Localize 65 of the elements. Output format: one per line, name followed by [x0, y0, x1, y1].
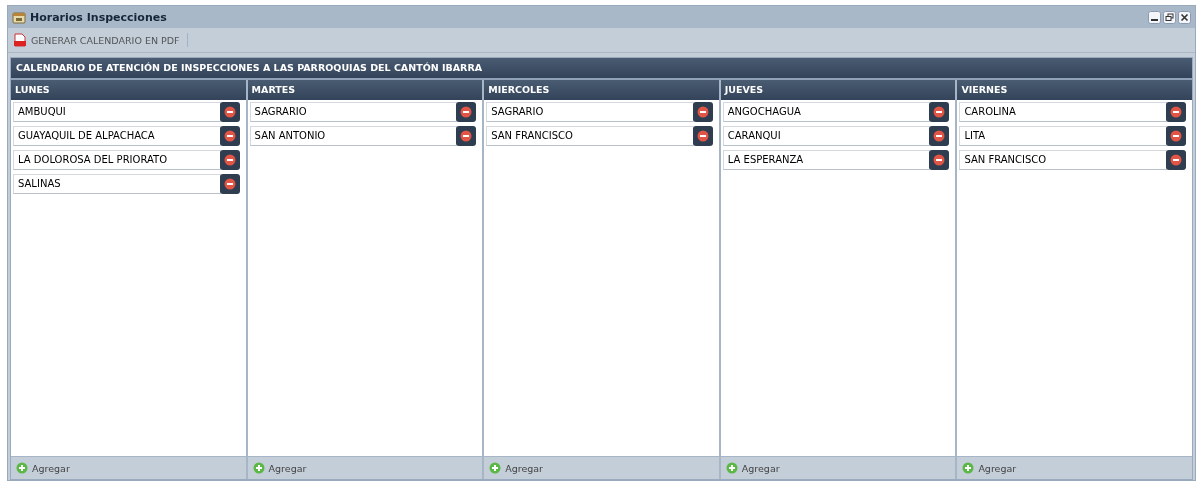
add-button[interactable]: Agregar	[961, 461, 1018, 475]
minus-icon	[223, 106, 236, 118]
column-header: JUEVES	[720, 80, 956, 100]
plus-icon	[962, 462, 975, 474]
minus-icon	[696, 106, 709, 118]
minimize-icon[interactable]	[1148, 10, 1161, 24]
minus-icon	[1169, 130, 1182, 142]
minus-icon	[1169, 106, 1182, 118]
parish-field: ANGOCHAGUA	[722, 102, 931, 122]
minus-icon	[223, 178, 236, 190]
calendar-icon	[12, 10, 26, 24]
minus-icon	[933, 154, 946, 166]
parish-field: SAN FRANCISCO	[486, 126, 694, 146]
remove-button[interactable]	[456, 102, 477, 122]
column-header: MARTES	[247, 80, 483, 100]
plus-icon	[489, 462, 502, 474]
minus-icon	[933, 106, 946, 118]
parish-field: GUAYAQUIL DE ALPACHACA	[13, 126, 221, 146]
minus-icon	[223, 154, 236, 166]
panel-title: CALENDARIO DE ATENCIÓN DE INSPECCIONES A LAS PARROQUIAS DEL CANTÓN IBARRA	[11, 58, 1192, 80]
close-icon[interactable]	[1178, 10, 1191, 24]
parish-field: SAN FRANCISCO	[959, 150, 1167, 170]
parish-field: AMBUQUI	[13, 102, 221, 122]
parish-field: SAN ANTONIO	[249, 126, 458, 146]
parish-field: SAGRARIO	[249, 102, 458, 122]
column-header: VIERNES	[957, 80, 1192, 100]
remove-button[interactable]	[219, 174, 240, 194]
plus-icon	[16, 462, 28, 474]
minus-icon	[223, 130, 236, 142]
minus-icon	[696, 130, 709, 142]
remove-button[interactable]	[219, 150, 240, 170]
add-button[interactable]: Agregar	[251, 461, 308, 475]
parish-field: SALINAS	[13, 174, 221, 194]
parish-field: CAROLINA	[959, 102, 1167, 122]
remove-button[interactable]	[1165, 126, 1186, 146]
window-title: Horarios Inspecciones	[30, 10, 168, 24]
parish-field: LA ESPERANZA	[722, 150, 931, 170]
add-button[interactable]: Agregar	[488, 461, 545, 475]
parish-field: CARANQUI	[722, 126, 931, 146]
remove-button[interactable]	[456, 126, 477, 146]
column-header: MIERCOLES	[484, 80, 719, 100]
plus-icon	[252, 462, 265, 474]
plus-icon	[725, 462, 738, 474]
add-button[interactable]: Agregar	[15, 461, 71, 475]
remove-button[interactable]	[692, 126, 713, 146]
minus-icon	[1169, 154, 1182, 166]
remove-button[interactable]	[929, 102, 950, 122]
column-header: LUNES	[11, 80, 246, 100]
restore-icon[interactable]	[1163, 10, 1176, 24]
remove-button[interactable]	[929, 126, 950, 146]
parish-field: SAGRARIO	[486, 102, 694, 122]
remove-button[interactable]	[219, 102, 240, 122]
remove-button[interactable]	[929, 150, 950, 170]
remove-button[interactable]	[1165, 102, 1186, 122]
parish-field: LITA	[959, 126, 1167, 146]
minus-icon	[460, 106, 473, 118]
minus-icon	[460, 130, 473, 142]
minus-icon	[933, 130, 946, 142]
remove-button[interactable]	[692, 102, 713, 122]
pdf-button[interactable]: GENERAR CALENDARIO EN PDF	[12, 31, 181, 49]
remove-button[interactable]	[219, 126, 240, 146]
remove-button[interactable]	[1165, 150, 1186, 170]
parish-field: LA DOLOROSA DEL PRIORATO	[13, 150, 221, 170]
add-button[interactable]: Agregar	[724, 461, 781, 475]
pdf-icon	[13, 33, 27, 47]
